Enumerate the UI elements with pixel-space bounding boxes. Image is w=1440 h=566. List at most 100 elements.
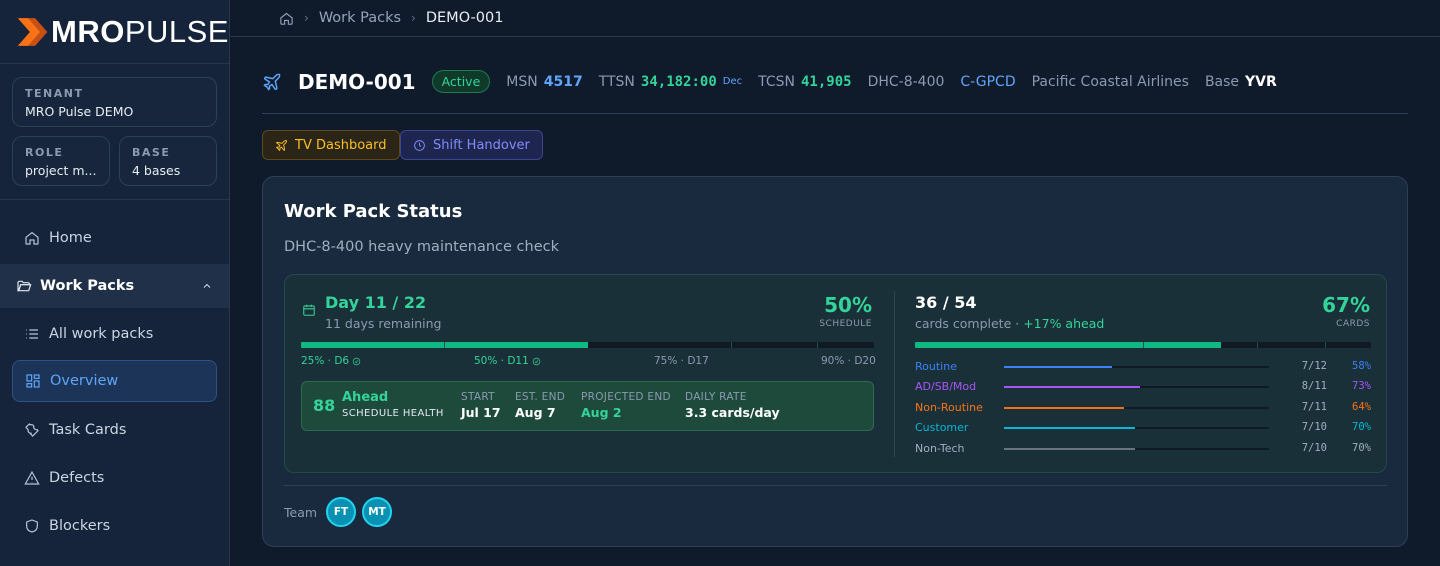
- clock-icon: [414, 139, 425, 151]
- section-divider: [894, 291, 895, 457]
- breadcrumb-work-packs[interactable]: Work Packs: [319, 10, 401, 26]
- role-label: ROLE: [25, 146, 64, 159]
- nav-defects[interactable]: Defects: [12, 457, 217, 499]
- category-row: Non-Routine 7/11 64%: [915, 401, 1371, 415]
- category-count: 7/12: [1301, 360, 1327, 372]
- shift-handover-button[interactable]: Shift Handover: [400, 130, 543, 160]
- health-state: Ahead: [342, 390, 389, 405]
- cards-progress-bar: [915, 342, 1371, 348]
- airplane-icon: [263, 73, 281, 91]
- estimated-end: EST. END Aug 7: [515, 391, 566, 420]
- status-badge: Active: [431, 70, 491, 93]
- milestone-4: 90% · D20: [821, 355, 876, 367]
- category-fill: [1004, 407, 1124, 409]
- cards-percent: 67%: [1322, 293, 1370, 317]
- work-pack-status-panel: Work Pack Status DHC-8-400 heavy mainten…: [262, 176, 1408, 547]
- category-count: 7/11: [1301, 401, 1327, 413]
- tv-dashboard-button[interactable]: TV Dashboard: [262, 130, 400, 160]
- base-label: BASE: [132, 146, 171, 159]
- nav-overview[interactable]: Overview: [12, 360, 217, 402]
- airplane-icon: [275, 139, 287, 151]
- progress-section: Day 11 / 22 11 days remaining 50% SCHEDU…: [284, 274, 1387, 473]
- shield-icon: [26, 519, 38, 533]
- category-name: Customer: [915, 421, 969, 434]
- cards-count: 36 / 54: [915, 293, 977, 312]
- projected-end: PROJECTED END Aug 2: [581, 391, 671, 420]
- nav-defects-label: Defects: [49, 470, 105, 486]
- category-track: [1004, 427, 1269, 429]
- base-card[interactable]: BASE 4 bases: [119, 136, 217, 186]
- tenant-card[interactable]: TENANT MRO Pulse DEMO: [12, 77, 217, 127]
- milestone-3: 75% · D17: [654, 355, 709, 367]
- role-card[interactable]: ROLE project m...: [12, 136, 110, 186]
- cards-percent-caption: CARDS: [1336, 319, 1370, 329]
- category-count: 8/11: [1301, 380, 1327, 392]
- msn-label: MSN: [506, 73, 538, 90]
- category-percent: 70%: [1352, 421, 1371, 433]
- start-date: START Jul 17: [461, 391, 501, 420]
- check-circle-icon: [352, 357, 361, 365]
- schedule-day: Day 11 / 22: [325, 293, 427, 312]
- category-name: Non-Routine: [915, 401, 983, 414]
- shift-handover-label: Shift Handover: [433, 137, 530, 153]
- ttsn-unit: Dec: [722, 76, 743, 87]
- daily-rate: DAILY RATE 3.3 cards/day: [685, 391, 780, 420]
- category-track: [1004, 407, 1269, 409]
- cards-subtitle: cards complete · +17% ahead: [915, 316, 1105, 331]
- nav-all-work-packs[interactable]: All work packs: [12, 313, 217, 355]
- chevron-right-icon: ›: [411, 11, 416, 25]
- category-row: Routine 7/12 58%: [915, 360, 1371, 374]
- calendar-icon: [303, 304, 315, 316]
- chevron-up-icon: [203, 283, 211, 288]
- base-value: 4 bases: [132, 163, 181, 178]
- category-percent: 73%: [1352, 380, 1371, 392]
- tv-dashboard-label: TV Dashboard: [295, 137, 387, 153]
- category-track: [1004, 366, 1269, 368]
- team-label: Team: [284, 505, 318, 520]
- tenant-label: TENANT: [25, 87, 84, 100]
- role-value: project m...: [25, 163, 97, 178]
- avatar[interactable]: MT: [362, 497, 392, 527]
- category-fill: [1004, 427, 1135, 429]
- list-icon: [26, 329, 38, 339]
- sidebar-divider: [0, 199, 229, 200]
- category-fill: [1004, 386, 1141, 388]
- milestone-1: 25% · D6: [301, 355, 361, 367]
- category-fill: [1004, 366, 1113, 368]
- schedule-progress-bar: [301, 342, 874, 348]
- ttsn-label: TTSN: [598, 73, 635, 90]
- days-remaining: 11 days remaining: [325, 316, 442, 331]
- breadcrumb-current: DEMO-001: [425, 10, 504, 26]
- team-divider: [284, 485, 1387, 486]
- registration-link[interactable]: C-GPCD: [960, 74, 1015, 90]
- nav-blockers[interactable]: Blockers: [12, 505, 217, 547]
- health-score: 88: [313, 396, 336, 415]
- nav-task-cards[interactable]: Task Cards: [12, 409, 217, 451]
- ttsn-value: 34,182:00: [640, 73, 717, 90]
- home-icon[interactable]: [279, 11, 294, 26]
- tcsn-label: TCSN: [758, 73, 795, 90]
- schedule-health-box: 88 Ahead SCHEDULE HEALTH START Jul 17 ES…: [301, 381, 874, 431]
- nav-home-label: Home: [49, 230, 92, 246]
- grid-icon: [26, 374, 40, 388]
- avatar[interactable]: FT: [326, 497, 356, 527]
- nav-task-cards-label: Task Cards: [49, 422, 127, 438]
- nav-blockers-label: Blockers: [49, 518, 111, 534]
- category-row: Non-Tech 7/10 70%: [915, 442, 1371, 456]
- brand-logo[interactable]: MROPULSE: [0, 0, 229, 64]
- sidebar: MROPULSE TENANT MRO Pulse DEMO ROLE proj…: [0, 0, 230, 566]
- logo-chevron-icon: [17, 17, 48, 46]
- nav-group-work-packs[interactable]: Work Packs: [0, 264, 229, 308]
- category-row: Customer 7/10 70%: [915, 421, 1371, 435]
- nav-group-label: Work Packs: [40, 278, 135, 294]
- nav-home[interactable]: Home: [12, 217, 217, 259]
- category-row: AD/SB/Mod 8/11 73%: [915, 380, 1371, 394]
- warning-triangle-icon: [24, 470, 40, 485]
- tcsn-value: 41,905: [801, 73, 852, 90]
- folder-open-icon: [17, 280, 32, 292]
- check-circle-icon: [532, 357, 541, 365]
- schedule-percent: 50%: [824, 293, 872, 317]
- brand-name: MROPULSE: [51, 13, 229, 49]
- panel-subtitle: DHC-8-400 heavy maintenance check: [284, 239, 559, 255]
- tenant-value: MRO Pulse DEMO: [25, 104, 134, 119]
